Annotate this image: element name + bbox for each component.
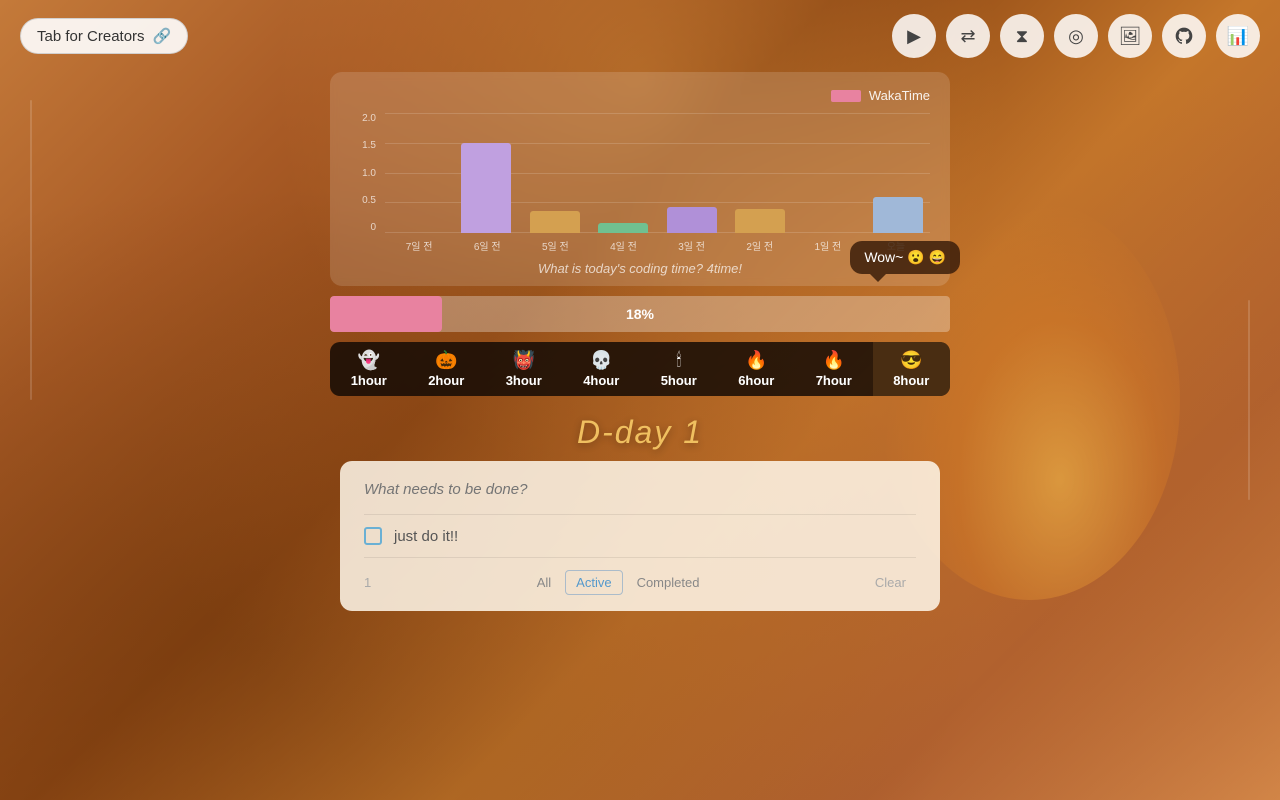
progress-bar-fill (330, 296, 442, 332)
progress-label: 18% (626, 306, 654, 322)
bar-group-1 (454, 113, 519, 233)
hour-tab-2[interactable]: 🎃 2hour (408, 342, 486, 396)
bar-group-2 (522, 113, 587, 233)
hour-tab-7-label: 7hour (816, 373, 852, 388)
hour-tab-4[interactable]: 💀 4hour (563, 342, 641, 396)
bar-group-4 (660, 113, 725, 233)
hour-tab-2-emoji: 🎃 (435, 350, 457, 371)
target-button[interactable]: ◎ (1054, 14, 1098, 58)
hour-tab-6[interactable]: 🔥 6hour (718, 342, 796, 396)
bar-5 (735, 209, 785, 233)
hour-tabs: 👻 1hour 🎃 2hour 👹 3hour 💀 4hour 🕯 5hour … (330, 342, 950, 396)
progress-section: 18% Wow~ 😮 😄 (330, 296, 950, 332)
hour-tab-6-emoji: 🔥 (745, 350, 767, 371)
hour-tab-3-emoji: 👹 (513, 350, 535, 371)
bars-container (385, 113, 930, 233)
hour-tab-3[interactable]: 👹 3hour (485, 342, 563, 396)
hour-tab-4-label: 4hour (583, 373, 619, 388)
hour-tab-2-label: 2hour (428, 373, 464, 388)
hour-tab-1-label: 1hour (351, 373, 387, 388)
wow-bubble: Wow~ 😮 😄 (850, 241, 960, 274)
todo-count: 1 (364, 575, 371, 590)
legend-label-wakatime: WakaTime (869, 88, 930, 103)
todo-checkbox-1[interactable] (364, 527, 382, 545)
bar-1 (461, 143, 511, 233)
filter-all-button[interactable]: All (527, 571, 561, 594)
bar-group-6 (797, 113, 862, 233)
filter-active-button[interactable]: Active (565, 570, 622, 595)
brand-button[interactable]: Tab for Creators 🔗 (20, 18, 188, 54)
hour-tab-8-label: 8hour (893, 373, 929, 388)
hour-tab-1[interactable]: 👻 1hour (330, 342, 408, 396)
hour-tab-6-label: 6hour (738, 373, 774, 388)
bar-group-0 (385, 113, 450, 233)
dday-section: D-day 1 (0, 414, 1280, 451)
play-button[interactable]: ▶ (892, 14, 936, 58)
filter-completed-button[interactable]: Completed (627, 571, 710, 594)
github-button[interactable] (1162, 14, 1206, 58)
bar-group-5 (728, 113, 793, 233)
dday-label: D-day 1 (577, 414, 703, 450)
brand-emoji: 🔗 (153, 27, 172, 45)
todo-panel: just do it!! 1 All Active Completed Clea… (340, 461, 940, 611)
hour-tab-4-emoji: 💀 (590, 350, 612, 371)
hour-tab-1-emoji: 👻 (358, 350, 380, 371)
legend-color-wakatime (831, 90, 861, 102)
todo-item-1: just do it!! (364, 527, 916, 545)
timer-button[interactable]: ⧗ (1000, 14, 1044, 58)
hour-tab-5-emoji: 🕯 (676, 350, 681, 371)
chart-subtitle: What is today's coding time? 4time! (350, 261, 930, 276)
bar-4 (667, 207, 717, 233)
top-bar: Tab for Creators 🔗 ▶ ⇄ ⧗ ◎ 🖼 📊 (0, 0, 1280, 72)
y-axis: 2.0 1.5 1.0 0.5 0 (350, 113, 380, 233)
shuffle-button[interactable]: ⇄ (946, 14, 990, 58)
bar-2 (530, 211, 580, 233)
todo-footer: 1 All Active Completed Clear (364, 557, 916, 595)
clear-button[interactable]: Clear (865, 571, 916, 594)
hour-tab-5[interactable]: 🕯 5hour (640, 342, 718, 396)
todo-input[interactable] (364, 481, 916, 498)
bar-7 (873, 197, 923, 233)
bar-group-3 (591, 113, 656, 233)
x-labels: 7일 전 6일 전 5일 전 4일 전 3일 전 2일 전 1일 전 오늘 (385, 238, 930, 253)
hour-tab-3-label: 3hour (506, 373, 542, 388)
bar-group-7 (865, 113, 930, 233)
brand-label: Tab for Creators (37, 28, 145, 45)
hour-tab-8-emoji: 😎 (900, 350, 922, 371)
bar-3 (598, 223, 648, 233)
todo-text-1: just do it!! (394, 528, 458, 545)
nav-icons: ▶ ⇄ ⧗ ◎ 🖼 📊 (892, 14, 1260, 58)
progress-bar: 18% (330, 296, 950, 332)
hour-tab-5-label: 5hour (661, 373, 697, 388)
todo-divider (364, 514, 916, 515)
stats-button[interactable]: 📊 (1216, 14, 1260, 58)
chart-legend: WakaTime (350, 88, 930, 103)
image-button[interactable]: 🖼 (1108, 14, 1152, 58)
hour-tab-7[interactable]: 🔥 7hour (795, 342, 873, 396)
chart-area: 2.0 1.5 1.0 0.5 0 (350, 113, 930, 253)
hour-tab-7-emoji: 🔥 (823, 350, 845, 371)
hour-tab-8[interactable]: 😎 8hour (873, 342, 951, 396)
